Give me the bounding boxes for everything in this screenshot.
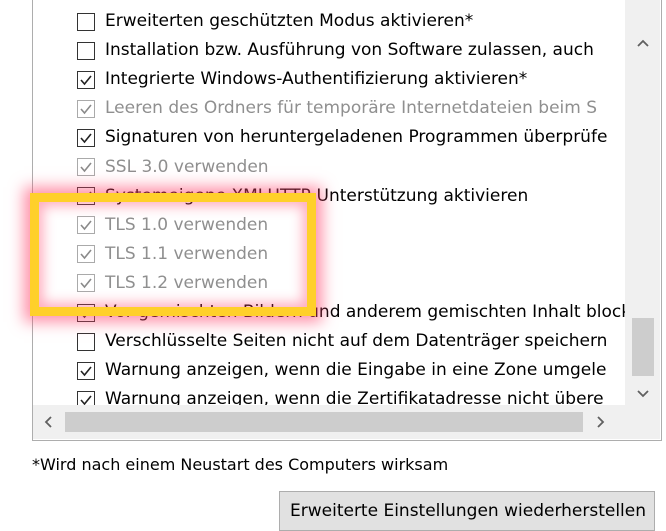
settings-items: Erweiterten geschützten Modus aktivieren… xyxy=(33,0,625,405)
setting-label: TLS 1.2 verwenden xyxy=(105,272,269,293)
setting-label: Signaturen von heruntergeladenen Program… xyxy=(105,127,608,148)
setting-item[interactable]: SSL 3.0 verwenden xyxy=(77,153,269,182)
restore-advanced-settings-button[interactable]: Erweiterte Einstellungen wiederherstelle… xyxy=(279,491,655,531)
setting-item[interactable]: Signaturen von heruntergeladenen Program… xyxy=(77,123,607,152)
scroll-right-button[interactable] xyxy=(586,405,616,439)
setting-checkbox[interactable] xyxy=(77,332,95,351)
setting-checkbox[interactable] xyxy=(77,158,95,176)
setting-item[interactable]: TLS 1.1 verwenden xyxy=(77,240,268,269)
setting-item[interactable]: Warnung anzeigen, wenn die Zertifikatadr… xyxy=(77,385,604,405)
scroll-down-button[interactable] xyxy=(625,383,660,405)
setting-label: Leeren des Ordners für temporäre Interne… xyxy=(105,98,598,119)
checkmark-icon xyxy=(80,366,92,376)
setting-item[interactable]: Warnung anzeigen, wenn die Eingabe in ei… xyxy=(77,356,606,385)
setting-label: Integrierte Windows-Authentifizierung ak… xyxy=(105,69,528,90)
chevron-down-icon xyxy=(636,390,649,398)
setting-label: Warnung anzeigen, wenn die Zertifikatadr… xyxy=(105,389,604,405)
checkmark-icon xyxy=(80,162,92,173)
checkmark-icon xyxy=(80,307,92,318)
setting-checkbox[interactable] xyxy=(77,361,95,380)
setting-checkbox[interactable] xyxy=(77,70,95,89)
setting-checkbox[interactable] xyxy=(77,216,95,235)
setting-checkbox[interactable] xyxy=(77,41,95,60)
checkmark-icon xyxy=(80,133,92,144)
setting-label: TLS 1.0 verwenden xyxy=(105,214,269,235)
setting-item[interactable]: Vor gemischten Bildern und anderem gemis… xyxy=(77,298,625,327)
checkmark-icon xyxy=(80,191,92,202)
scroll-left-button[interactable] xyxy=(33,405,63,439)
setting-label: Systemeigene XMLHTTP-Unterstützung aktiv… xyxy=(105,185,529,206)
chevron-up-icon xyxy=(636,39,649,47)
setting-label: SSL 3.0 verwenden xyxy=(105,156,269,177)
setting-checkbox[interactable] xyxy=(77,99,95,118)
setting-item[interactable]: TLS 1.2 verwenden xyxy=(77,269,268,298)
setting-label: Installation bzw. Ausführung von Softwar… xyxy=(105,40,594,61)
checkmark-icon xyxy=(80,220,92,231)
setting-item[interactable]: Systemeigene XMLHTTP-Unterstützung aktiv… xyxy=(77,182,528,211)
setting-label: Erweiterten geschützten Modus aktivieren… xyxy=(105,11,474,31)
restart-note: *Wird nach einem Neustart des Computers … xyxy=(32,455,449,474)
setting-label: Verschlüsselte Seiten nicht auf dem Date… xyxy=(105,331,608,352)
advanced-settings-list[interactable]: Erweiterten geschützten Modus aktivieren… xyxy=(32,0,662,441)
setting-item[interactable]: TLS 1.0 verwenden xyxy=(77,211,268,240)
setting-checkbox[interactable] xyxy=(77,303,95,322)
checkmark-icon xyxy=(80,104,92,115)
checkmark-icon xyxy=(80,278,92,289)
setting-label: TLS 1.1 verwenden xyxy=(105,243,269,264)
setting-checkbox[interactable] xyxy=(77,390,95,405)
vertical-scroll-thumb[interactable] xyxy=(632,318,654,376)
chevron-right-icon xyxy=(597,416,605,428)
setting-item[interactable]: Installation bzw. Ausführung von Softwar… xyxy=(77,36,594,65)
checkmark-icon xyxy=(80,249,92,260)
horizontal-scroll-thumb[interactable] xyxy=(65,412,583,432)
horizontal-scrollbar[interactable] xyxy=(33,405,660,439)
setting-item[interactable]: Leeren des Ordners für temporäre Interne… xyxy=(77,94,597,123)
setting-item[interactable]: Erweiterten geschützten Modus aktivieren… xyxy=(77,7,473,36)
setting-checkbox[interactable] xyxy=(77,12,95,31)
chevron-left-icon xyxy=(44,416,52,428)
setting-checkbox[interactable] xyxy=(77,245,95,264)
vertical-scrollbar[interactable] xyxy=(625,0,660,405)
setting-label: Vor gemischten Bildern und anderem gemis… xyxy=(105,302,625,322)
setting-label: Warnung anzeigen, wenn die Eingabe in ei… xyxy=(105,360,607,381)
setting-checkbox[interactable] xyxy=(77,274,95,293)
setting-checkbox[interactable] xyxy=(77,128,95,147)
checkmark-icon xyxy=(80,395,92,405)
checkmark-icon xyxy=(80,75,92,85)
setting-item[interactable]: Verschlüsselte Seiten nicht auf dem Date… xyxy=(77,327,607,356)
scroll-up-button[interactable] xyxy=(625,28,660,58)
setting-item[interactable]: Integrierte Windows-Authentifizierung ak… xyxy=(77,65,527,94)
setting-checkbox[interactable] xyxy=(77,187,95,206)
